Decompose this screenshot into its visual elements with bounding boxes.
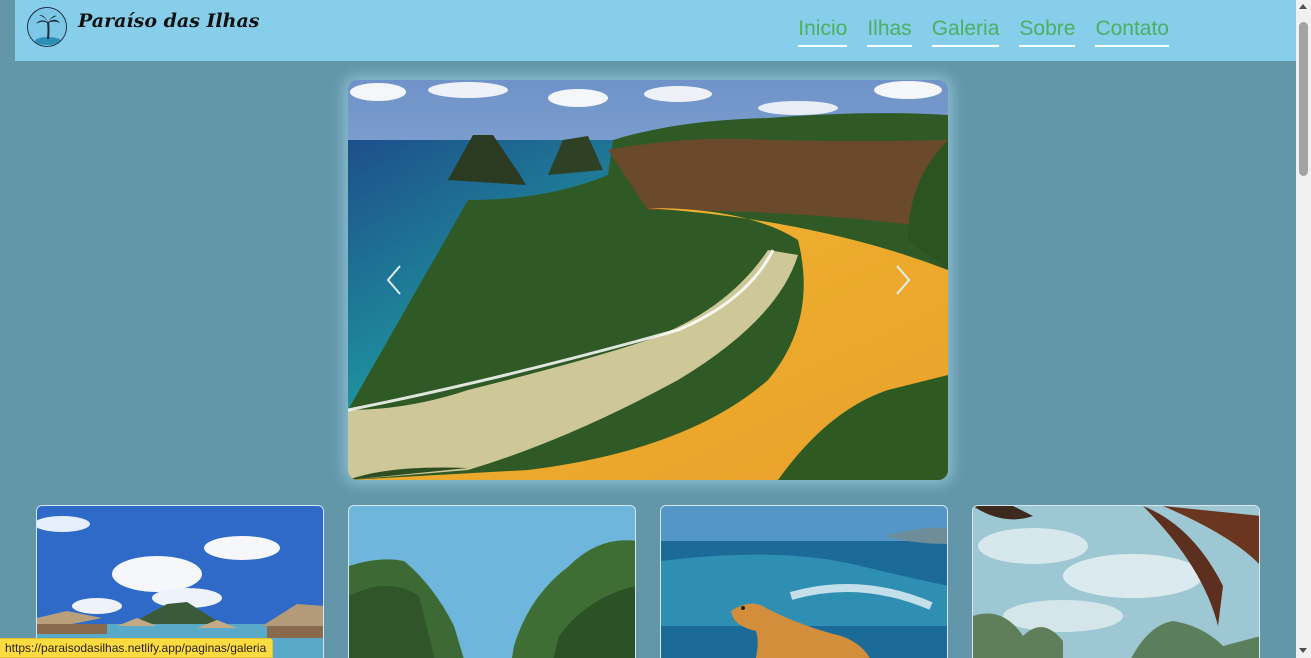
gallery-card[interactable] <box>660 505 948 658</box>
brand-title[interactable]: Paraíso das Ilhas <box>78 10 259 32</box>
scrollbar-thumb[interactable] <box>1299 22 1308 176</box>
palm-tree-icon[interactable] <box>27 7 67 47</box>
gallery-card[interactable] <box>972 505 1260 658</box>
vertical-scrollbar[interactable] <box>1296 0 1311 658</box>
scroll-up-icon[interactable] <box>1299 4 1307 9</box>
overwater-bungalows-photo <box>37 506 323 658</box>
nav-link-ilhas[interactable]: Ilhas <box>867 17 912 47</box>
site-header: Paraíso das Ilhas Inicio Ilhas Galeria S… <box>15 0 1296 61</box>
iguana-photo <box>661 506 947 658</box>
nav-link-galeria[interactable]: Galeria <box>931 17 1000 47</box>
chevron-left-icon[interactable] <box>384 264 404 296</box>
gallery-card[interactable] <box>36 505 324 658</box>
beach-bay-photo <box>348 80 948 480</box>
hero-carousel <box>348 80 948 480</box>
scroll-down-icon[interactable] <box>1299 648 1307 653</box>
page: Paraíso das Ilhas Inicio Ilhas Galeria S… <box>0 0 1296 658</box>
nav-link-sobre[interactable]: Sobre <box>1019 17 1076 47</box>
chevron-right-icon[interactable] <box>893 264 913 296</box>
nav-link-contato[interactable]: Contato <box>1095 17 1169 47</box>
main-nav: Inicio Ilhas Galeria Sobre Contato <box>798 17 1169 47</box>
cliff-lagoon-photo <box>349 506 635 658</box>
palm-trees-photo <box>973 506 1259 658</box>
gallery-card[interactable] <box>348 505 636 658</box>
status-url: https://paraisodasilhas.netlify.app/pagi… <box>0 638 274 658</box>
nav-link-inicio[interactable]: Inicio <box>798 17 848 47</box>
